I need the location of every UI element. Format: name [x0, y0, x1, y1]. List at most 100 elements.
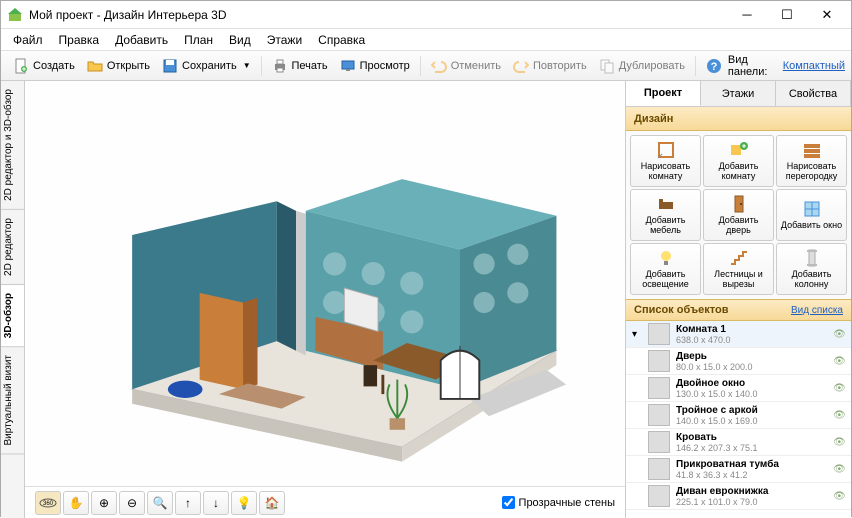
view-360-button[interactable]: 360 — [35, 491, 61, 515]
menu-help[interactable]: Справка — [310, 31, 373, 49]
furniture-icon — [656, 194, 676, 214]
visibility-icon[interactable]: 👁 — [833, 383, 845, 394]
tab-floors[interactable]: Этажи — [701, 81, 776, 106]
object-info: Дверь80.0 x 15.0 x 200.0 — [676, 351, 827, 372]
menu-floors[interactable]: Этажи — [259, 31, 310, 49]
object-name: Прикроватная тумба — [676, 459, 827, 470]
design-header: Дизайн — [626, 107, 851, 131]
add-room-icon — [729, 140, 749, 160]
object-item[interactable]: Прикроватная тумба41.8 x 36.3 x 41.2👁 — [626, 456, 851, 483]
sidetab-2d-3d[interactable]: 2D редактор и 3D-обзор — [1, 81, 24, 210]
object-info: Двойное окно130.0 x 15.0 x 140.0 — [676, 378, 827, 399]
draw-wall-button[interactable]: Нарисовать перегородку — [776, 135, 847, 187]
transparent-walls-check[interactable]: Прозрачные стены — [502, 496, 615, 509]
create-button[interactable]: Создать — [7, 56, 81, 76]
side-tabs: 2D редактор и 3D-обзор 2D редактор 3D-об… — [1, 81, 25, 518]
object-info: Тройное с аркой140.0 x 15.0 x 169.0 — [676, 405, 827, 426]
object-dimensions: 80.0 x 15.0 x 200.0 — [676, 362, 827, 372]
sidetab-3d[interactable]: 3D-обзор — [1, 285, 24, 347]
menu-file[interactable]: Файл — [5, 31, 51, 49]
object-thumb — [648, 323, 670, 345]
window-buttons: ─ ☐ ✕ — [727, 2, 847, 28]
design-buttons: Нарисовать комнату Добавить комнату Нари… — [626, 131, 851, 299]
help-toolbar-button[interactable]: ? — [700, 56, 728, 76]
menu-view[interactable]: Вид — [221, 31, 259, 49]
svg-text:?: ? — [711, 61, 718, 73]
add-furniture-button[interactable]: Добавить мебель — [630, 189, 701, 241]
zoom-fit-button[interactable]: 🔍 — [147, 491, 173, 515]
open-button[interactable]: Открыть — [81, 56, 156, 76]
visibility-icon[interactable]: 👁 — [833, 356, 845, 367]
print-button[interactable]: Печать — [266, 56, 334, 76]
save-icon — [162, 58, 178, 74]
sidetab-2d[interactable]: 2D редактор — [1, 210, 24, 285]
object-list-header: Список объектов Вид списка — [626, 299, 851, 321]
redo-icon — [513, 58, 529, 74]
add-room-button[interactable]: Добавить комнату — [703, 135, 774, 187]
object-name: Двойное окно — [676, 378, 827, 389]
object-item[interactable]: Двойное окно130.0 x 15.0 x 140.0 👁 — [626, 375, 851, 402]
object-item[interactable]: Дверь80.0 x 15.0 x 200.0 👁 — [626, 348, 851, 375]
menu-plan[interactable]: План — [176, 31, 221, 49]
window-title: Мой проект - Дизайн Интерьера 3D — [29, 8, 727, 22]
object-item[interactable]: Кровать146.2 x 207.3 x 75.1 👁 — [626, 429, 851, 456]
undo-button[interactable]: Отменить — [425, 56, 507, 76]
zoom-out-button[interactable]: ⊖ — [119, 491, 145, 515]
object-name: Комната 1 — [676, 324, 827, 335]
maximize-button[interactable]: ☐ — [767, 2, 807, 28]
transparent-walls-checkbox[interactable] — [502, 496, 515, 509]
toolbar: Создать Открыть Сохранить▼ Печать Просмо… — [1, 51, 851, 81]
3d-scene[interactable] — [25, 81, 625, 486]
lighting-button[interactable]: 💡 — [231, 491, 257, 515]
object-dimensions: 638.0 x 470.0 — [676, 335, 827, 345]
sidetab-virtual[interactable]: Виртуальный визит — [1, 347, 24, 455]
duplicate-button[interactable]: Дублировать — [593, 56, 691, 76]
tab-properties[interactable]: Свойства — [776, 81, 851, 106]
tilt-up-button[interactable]: ↑ — [175, 491, 201, 515]
object-dimensions: 130.0 x 15.0 x 140.0 — [676, 389, 827, 399]
home-view-button[interactable]: 🏠 — [259, 491, 285, 515]
list-viewmode-link[interactable]: Вид списка — [791, 305, 843, 316]
add-lighting-button[interactable]: Добавить освещение — [630, 243, 701, 295]
main-area: 2D редактор и 3D-обзор 2D редактор 3D-об… — [1, 81, 851, 518]
object-dimensions: 140.0 x 15.0 x 169.0 — [676, 416, 827, 426]
object-item[interactable]: Тройное с аркой140.0 x 15.0 x 169.0 👁 — [626, 402, 851, 429]
object-name: Тройное с аркой — [676, 405, 827, 416]
zoom-in-button[interactable]: ⊕ — [91, 491, 117, 515]
zoom-in-icon: ⊕ — [99, 496, 109, 510]
duplicate-icon — [599, 58, 615, 74]
draw-room-icon — [656, 140, 676, 160]
object-list[interactable]: ▾Комната 1638.0 x 470.0👁Дверь80.0 x 15.0… — [626, 321, 851, 518]
stairs-button[interactable]: Лестницы и вырезы — [703, 243, 774, 295]
close-button[interactable]: ✕ — [807, 2, 847, 28]
object-thumb — [648, 458, 670, 480]
add-door-button[interactable]: Добавить дверь — [703, 189, 774, 241]
menu-edit[interactable]: Правка — [51, 31, 108, 49]
minimize-button[interactable]: ─ — [727, 2, 767, 28]
object-item[interactable]: ▾ Комната 1638.0 x 470.0 👁 — [626, 321, 851, 348]
visibility-icon[interactable]: 👁 — [833, 410, 845, 421]
tab-project[interactable]: Проект — [626, 81, 701, 106]
add-window-button[interactable]: Добавить окно — [776, 189, 847, 241]
stairs-icon — [729, 248, 749, 268]
visibility-icon[interactable]: 👁 — [833, 329, 845, 340]
add-column-button[interactable]: Добавить колонну — [776, 243, 847, 295]
visibility-icon[interactable]: 👁 — [833, 491, 845, 502]
visibility-icon[interactable]: 👁 — [833, 437, 845, 448]
svg-text:360: 360 — [43, 501, 54, 507]
pan-button[interactable]: ✋ — [63, 491, 89, 515]
bulb-icon: 💡 — [237, 496, 252, 510]
redo-button[interactable]: Повторить — [507, 56, 593, 76]
draw-room-button[interactable]: Нарисовать комнату — [630, 135, 701, 187]
viewport-toolbar: 360 ✋ ⊕ ⊖ 🔍 ↑ ↓ 💡 🏠 Прозрачные стены — [25, 486, 625, 518]
preview-button[interactable]: Просмотр — [334, 56, 416, 76]
expand-icon[interactable]: ▾ — [632, 329, 642, 340]
tilt-down-button[interactable]: ↓ — [203, 491, 229, 515]
home-icon: 🏠 — [265, 496, 280, 510]
save-button[interactable]: Сохранить▼ — [156, 56, 257, 76]
visibility-icon[interactable]: 👁 — [833, 464, 845, 475]
object-info: Кровать146.2 x 207.3 x 75.1 — [676, 432, 827, 453]
panel-mode-link[interactable]: Компактный — [783, 60, 845, 72]
menu-add[interactable]: Добавить — [107, 31, 176, 49]
object-item[interactable]: Диван еврокнижка225.1 x 101.0 x 79.0👁 — [626, 483, 851, 510]
